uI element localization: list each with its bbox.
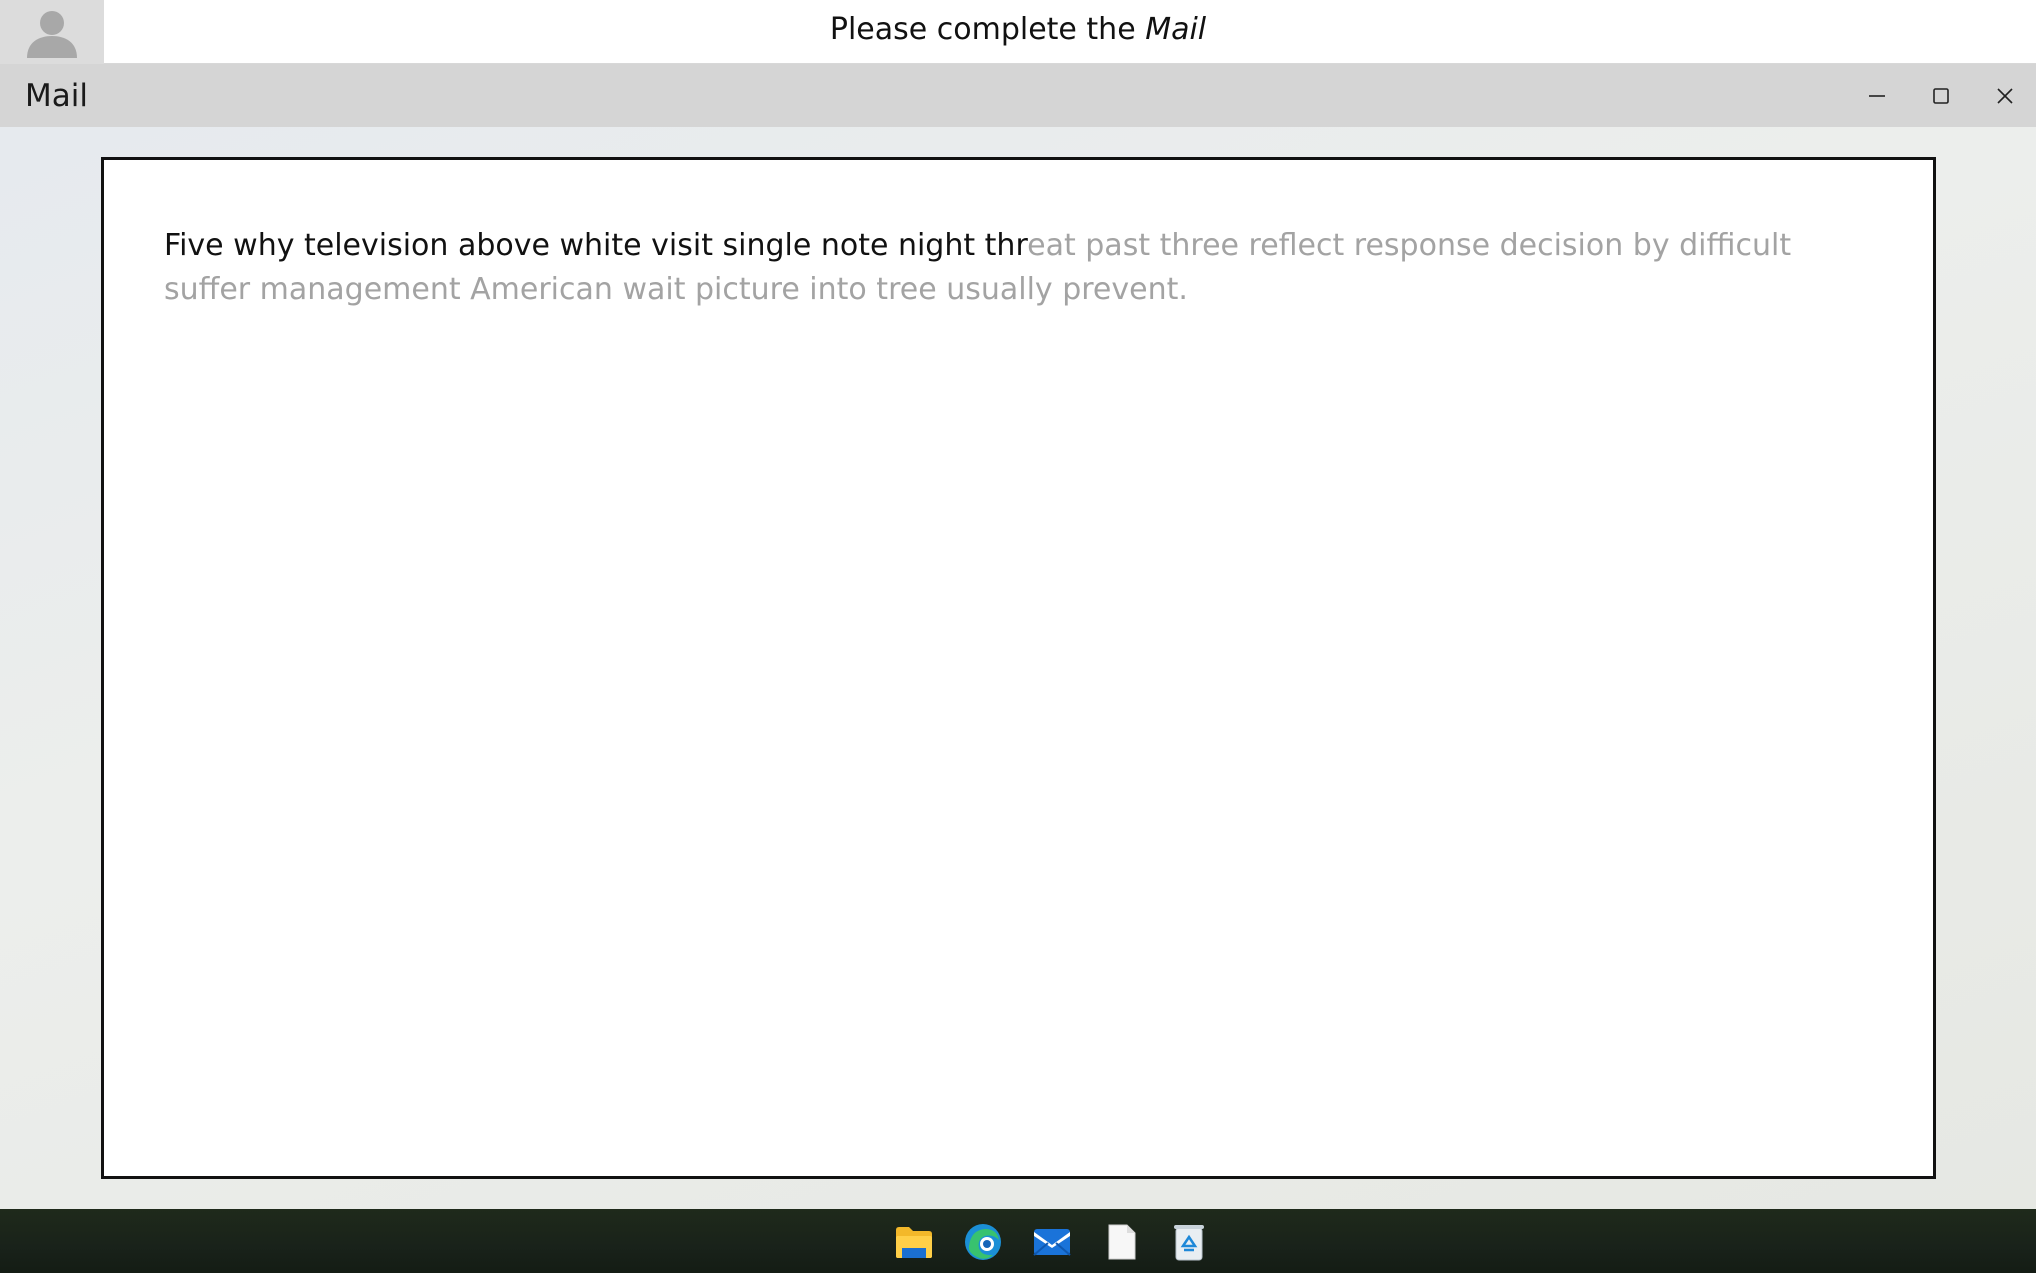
- close-icon: [1997, 87, 2013, 104]
- edge-browser-button[interactable]: [962, 1221, 1004, 1263]
- edge-browser-icon: [965, 1224, 1001, 1260]
- minimize-icon: [1869, 94, 1885, 97]
- window-title: Mail: [25, 78, 88, 114]
- mail-compose-editor[interactable]: Five why television above white visit si…: [101, 157, 1936, 1179]
- minimize-button[interactable]: [1845, 64, 1909, 127]
- close-button[interactable]: [1973, 64, 2036, 127]
- document-icon: [1108, 1224, 1136, 1260]
- instruction-prefix: Please complete the: [829, 12, 1136, 47]
- maximize-button[interactable]: [1909, 64, 1973, 127]
- recycle-bin-icon: [1174, 1225, 1204, 1261]
- mail-icon: [1033, 1229, 1071, 1256]
- taskbar: [0, 1209, 2036, 1273]
- maximize-icon: [1933, 87, 1949, 104]
- mail-button[interactable]: [1031, 1221, 1073, 1263]
- window-title-bar[interactable]: Mail: [0, 64, 2036, 127]
- file-explorer-button[interactable]: [893, 1221, 935, 1263]
- instruction-bar: Please complete the Mail: [0, 0, 2036, 64]
- task-instruction: Please complete the Mail: [0, 12, 2036, 47]
- typed-text: Five why television above white visit si…: [164, 228, 1028, 263]
- compose-text[interactable]: Five why television above white visit si…: [164, 224, 1884, 312]
- instruction-app-name: Mail: [1145, 12, 1207, 47]
- recycle-bin-button[interactable]: [1168, 1221, 1210, 1263]
- document-button[interactable]: [1100, 1221, 1142, 1263]
- file-explorer-icon: [896, 1227, 932, 1258]
